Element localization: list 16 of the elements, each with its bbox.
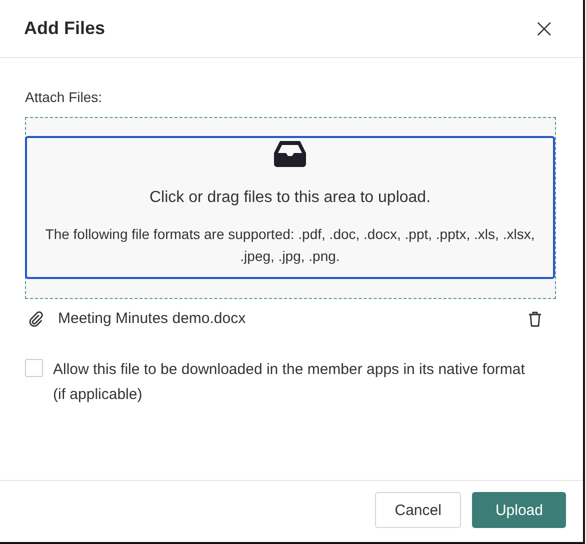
close-button[interactable]: × [529,16,559,42]
paperclip-icon [29,310,43,326]
inbox-icon [274,141,306,167]
checkbox-label: Allow this file to be downloaded in the member apps in its native format [53,360,526,380]
upload-prompt: Click or drag files to this area to upload. [148,189,432,207]
cancel-button[interactable]: Cancel [374,492,462,528]
file-name: Meeting Minutes demo.docx [58,310,247,327]
checkbox[interactable] [25,359,43,377]
upload-drop-zone[interactable]: Click or drag files to this area to upload. The following file formats are supported: .pdf, .doc, .docx, .ppt, .pptx, .xls, .xlsx, .jpeg, .jpg, .png. [25,136,555,279]
supported-formats-text: The following file formats are supported: .pdf, .doc, .docx, .ppt, .pptx, .xls, .xlsx, .jpeg, .jpg, .png. [44,225,536,266]
checkbox-note: (if applicable) [53,385,144,405]
field-label: Attach Files: [25,89,104,105]
upload-button[interactable]: Upload [472,492,566,528]
delete-button[interactable] [528,310,542,326]
dialog-title: Add Files [24,18,106,39]
trash-icon [528,310,542,326]
